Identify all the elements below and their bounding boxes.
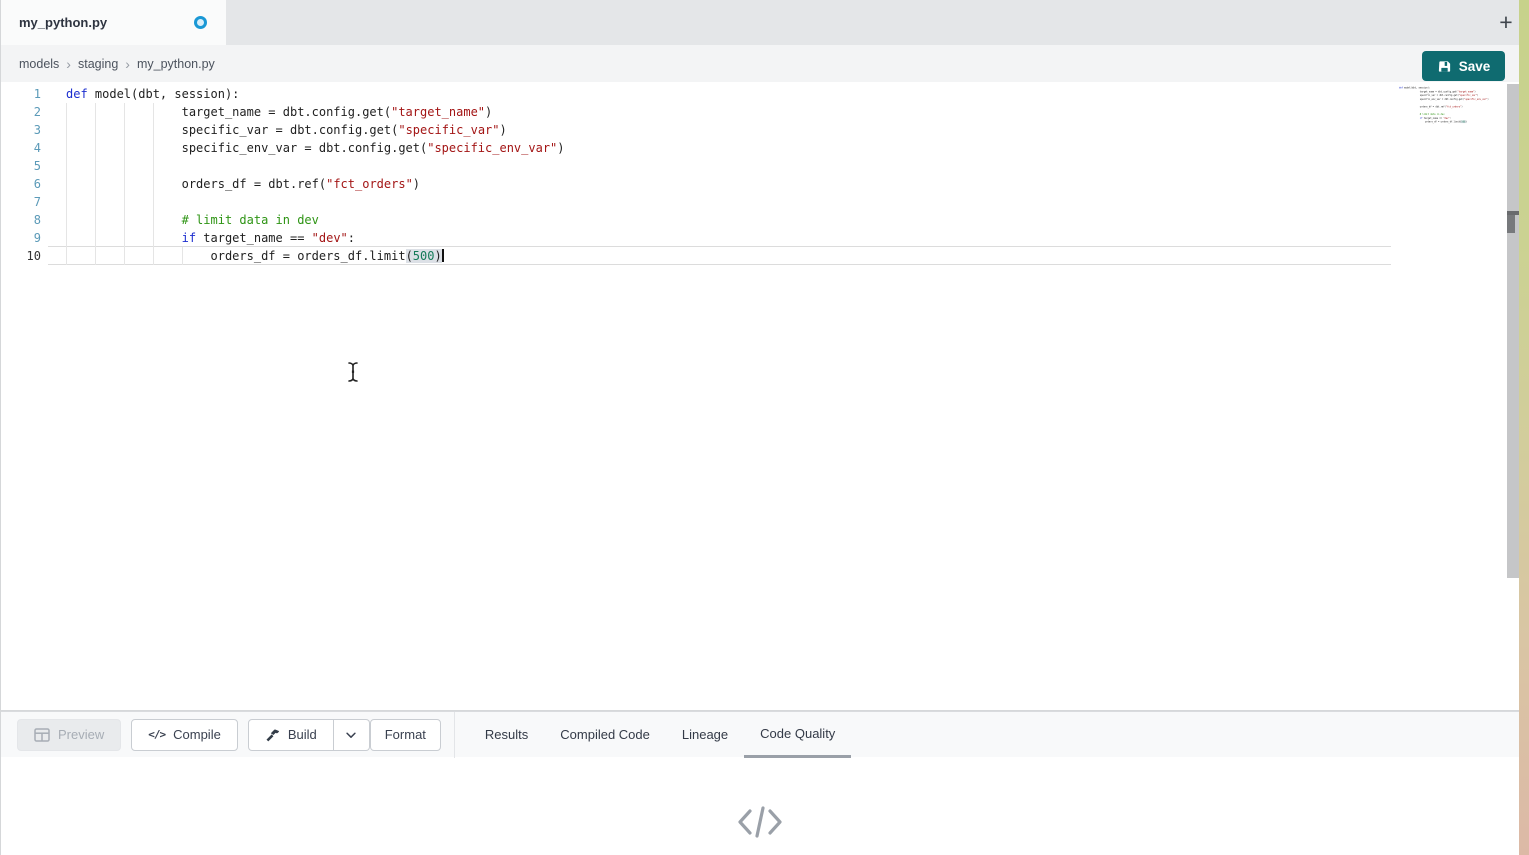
- line-number[interactable]: 3: [1, 121, 41, 139]
- editor-minimap[interactable]: def model(dbt, session): target_name = d…: [1399, 86, 1507, 216]
- tab-filename: my_python.py: [19, 15, 107, 30]
- hammer-icon: [265, 727, 280, 742]
- new-tab-button[interactable]: +: [1493, 8, 1519, 36]
- window-edge-background: [1519, 0, 1529, 855]
- breadcrumb-item-file[interactable]: my_python.py: [137, 57, 215, 71]
- code-line[interactable]: def model(dbt, session):: [66, 85, 565, 103]
- editor-scrollbar[interactable]: [1507, 84, 1519, 578]
- line-number[interactable]: 9: [1, 229, 41, 247]
- save-floppy-icon: [1437, 59, 1452, 74]
- build-button-label: Build: [288, 727, 317, 742]
- code-icon: [736, 803, 784, 854]
- breadcrumb: models › staging › my_python.py: [1, 45, 1519, 82]
- tab-code-quality-label: Code Quality: [760, 726, 835, 741]
- editor-tab-strip: my_python.py +: [1, 0, 1519, 45]
- code-line[interactable]: if target_name == "dev":: [66, 229, 565, 247]
- save-button-label: Save: [1459, 59, 1491, 74]
- code-line[interactable]: [66, 157, 565, 175]
- code-line[interactable]: orders_df = dbt.ref("fct_orders"): [1399, 105, 1418, 109]
- chevron-down-icon: [344, 728, 358, 742]
- code-line[interactable]: specific_var = dbt.config.get("specific_…: [66, 121, 565, 139]
- ide-app: my_python.py + models › staging › my_pyt…: [0, 0, 1519, 855]
- compile-button[interactable]: </> Compile: [131, 719, 238, 751]
- code-line[interactable]: orders_df = dbt.ref("fct_orders"): [66, 175, 565, 193]
- tab-results-label: Results: [485, 727, 528, 742]
- code-line[interactable]: orders_df = orders_df.limit(500): [66, 247, 565, 265]
- breadcrumb-item-staging[interactable]: staging: [78, 57, 118, 71]
- preview-button-label: Preview: [58, 727, 104, 742]
- code-icon: </>: [148, 728, 165, 741]
- results-tab-bar: Results Compiled Code Lineage Code Quali…: [469, 712, 851, 758]
- code-content[interactable]: def model(dbt, session): target_name = d…: [48, 85, 565, 265]
- code-line[interactable]: specific_env_var = dbt.config.get("speci…: [1399, 97, 1418, 101]
- code-line[interactable]: target_name = dbt.config.get("target_nam…: [66, 103, 565, 121]
- chevron-right-icon: ›: [125, 56, 130, 72]
- ide-window: my_python.py + models › staging › my_pyt…: [0, 0, 1529, 855]
- breadcrumb-item-models[interactable]: models: [19, 57, 59, 71]
- format-button-label: Format: [385, 727, 426, 742]
- editor-gutter: 12345678910: [1, 85, 41, 265]
- minimap-content: def model(dbt, session): target_name = d…: [1399, 86, 1418, 124]
- format-button[interactable]: Format: [370, 719, 441, 751]
- text-caret: [442, 249, 444, 262]
- tab-lineage-label: Lineage: [682, 727, 728, 742]
- chevron-right-icon: ›: [66, 56, 71, 72]
- line-number[interactable]: 8: [1, 211, 41, 229]
- tab-compiled-code[interactable]: Compiled Code: [544, 712, 666, 758]
- toolbar-divider: [454, 712, 455, 758]
- line-number[interactable]: 1: [1, 85, 41, 103]
- tab-code-quality[interactable]: Code Quality: [744, 712, 851, 758]
- code-line[interactable]: specific_env_var = dbt.config.get("speci…: [66, 139, 565, 157]
- line-number[interactable]: 5: [1, 157, 41, 175]
- build-dropdown-button[interactable]: [334, 719, 370, 751]
- results-panel: [1, 757, 1519, 854]
- table-icon: [34, 728, 50, 742]
- tab-lineage[interactable]: Lineage: [666, 712, 744, 758]
- code-line[interactable]: [66, 193, 565, 211]
- preview-button[interactable]: Preview: [17, 719, 121, 751]
- line-number[interactable]: 2: [1, 103, 41, 121]
- editor-action-toolbar: Preview </> Compile Build: [1, 711, 1519, 757]
- scrollbar-thumb[interactable]: [1507, 215, 1515, 233]
- mouse-ibeam-cursor-icon: [347, 361, 359, 388]
- tab-compiled-code-label: Compiled Code: [560, 727, 650, 742]
- line-number[interactable]: 6: [1, 175, 41, 193]
- tab-results[interactable]: Results: [469, 712, 544, 758]
- tab-my-python-py[interactable]: my_python.py: [1, 0, 226, 45]
- save-button[interactable]: Save: [1422, 51, 1505, 81]
- unsaved-changes-dot-icon: [194, 16, 207, 29]
- line-number[interactable]: 7: [1, 193, 41, 211]
- code-editor[interactable]: 12345678910 def model(dbt, session): tar…: [1, 82, 1519, 711]
- compile-button-label: Compile: [173, 727, 221, 742]
- code-line[interactable]: # limit data in dev: [66, 211, 565, 229]
- build-button[interactable]: Build: [248, 719, 334, 751]
- build-button-group: Build: [248, 719, 370, 751]
- line-number[interactable]: 10: [1, 247, 41, 265]
- code-line[interactable]: orders_df = orders_df.limit(500): [1399, 120, 1418, 124]
- line-number[interactable]: 4: [1, 139, 41, 157]
